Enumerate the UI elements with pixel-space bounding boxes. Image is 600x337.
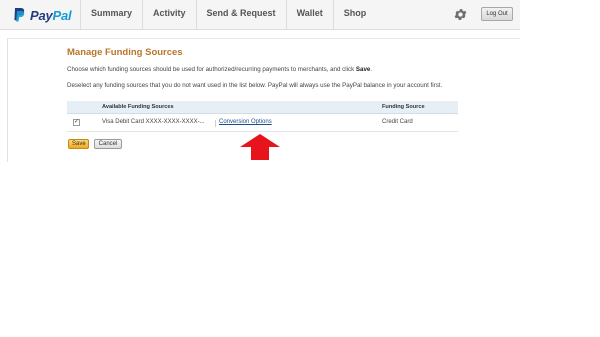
nav-summary[interactable]: Summary bbox=[80, 0, 142, 29]
instructions-end: . bbox=[370, 66, 373, 73]
paypal-logo[interactable]: PayPal bbox=[12, 5, 72, 25]
gear-icon[interactable] bbox=[453, 7, 468, 22]
nav-shop[interactable]: Shop bbox=[332, 0, 377, 29]
nav-activity[interactable]: Activity bbox=[142, 0, 196, 29]
funding-source-type: Credit Card bbox=[382, 119, 413, 125]
nav-wallet[interactable]: Wallet bbox=[285, 0, 333, 29]
main-nav: Summary Activity Send & Request Wallet S… bbox=[80, 0, 376, 29]
logout-button[interactable]: Log Out bbox=[481, 7, 513, 21]
cancel-button[interactable]: Cancel bbox=[94, 139, 122, 149]
conversion-options-link[interactable]: Conversion Options bbox=[219, 119, 272, 125]
instructions-text: Choose which funding sources should be u… bbox=[67, 66, 355, 73]
table-row: ✓ Visa Debit Card XXXX-XXXX-XXXX-... Con… bbox=[67, 114, 458, 131]
save-button[interactable]: Save bbox=[68, 139, 89, 149]
instructions-line-2: Deselect any funding sources that you do… bbox=[67, 82, 443, 89]
funding-source-checkbox[interactable]: ✓ bbox=[73, 119, 80, 126]
cell-divider bbox=[215, 120, 216, 127]
instructions-line-1: Choose which funding sources should be u… bbox=[67, 66, 372, 73]
arrow-up-icon bbox=[240, 134, 280, 160]
column-header-source: Funding Source bbox=[382, 104, 425, 110]
funding-sources-table: Available Funding Sources Funding Source… bbox=[67, 101, 458, 132]
table-header: Available Funding Sources Funding Source bbox=[67, 101, 458, 114]
instructions-save-keyword: Save bbox=[355, 66, 371, 73]
page-title: Manage Funding Sources bbox=[67, 47, 183, 58]
funding-source-name: Visa Debit Card XXXX-XXXX-XXXX-... bbox=[102, 119, 205, 125]
nav-send-request[interactable]: Send & Request bbox=[195, 0, 286, 29]
column-header-available: Available Funding Sources bbox=[102, 104, 174, 110]
paypal-logo-icon bbox=[14, 8, 25, 22]
brand-part1: Pay bbox=[30, 7, 53, 23]
top-header: PayPal Summary Activity Send & Request W… bbox=[0, 0, 520, 30]
brand-wordmark: PayPal bbox=[30, 7, 72, 23]
brand-part2: Pal bbox=[52, 7, 72, 23]
